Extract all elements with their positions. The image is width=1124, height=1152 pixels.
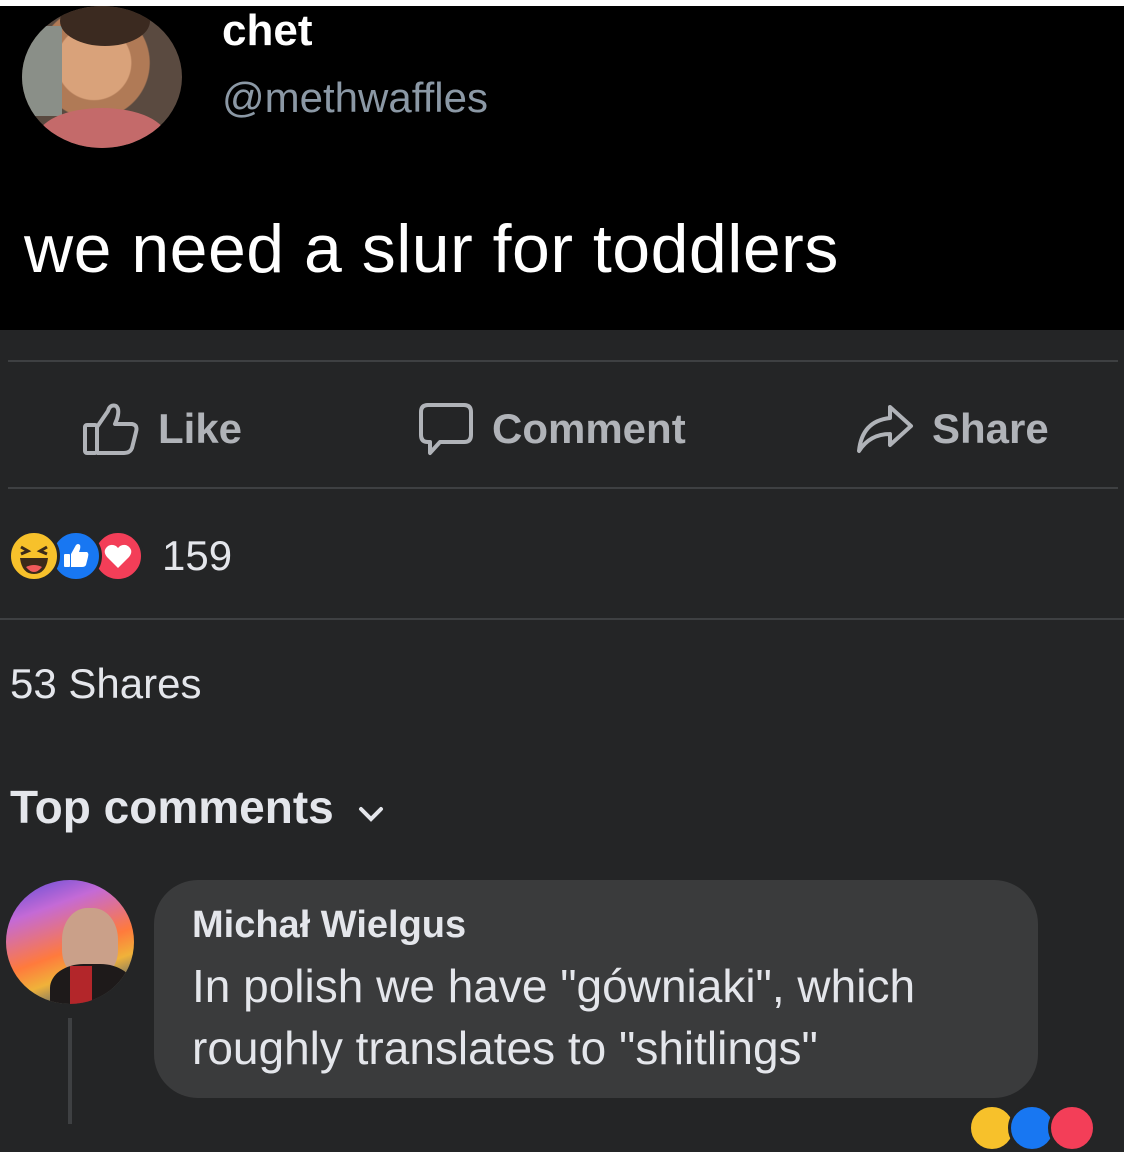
top-comments-dropdown[interactable]: Top comments <box>10 780 384 834</box>
like-button[interactable]: Like <box>82 402 242 456</box>
reaction-count: 159 <box>162 532 233 579</box>
comment-reactions[interactable] <box>968 1104 1096 1152</box>
embedded-tweet: chet @methwaffles we need a slur for tod… <box>0 0 1124 330</box>
divider-reactions <box>0 618 1124 620</box>
shares-count[interactable]: 53 Shares <box>10 660 201 708</box>
tweet-text: we need a slur for toddlers <box>24 211 839 287</box>
comment-bubble: Michał Wielgus In polish we have "gównia… <box>154 880 1038 1098</box>
divider-actions <box>8 487 1118 489</box>
comment-author[interactable]: Michał Wielgus <box>192 904 1000 947</box>
share-button[interactable]: Share <box>856 402 1049 456</box>
haha-reaction-icon <box>8 530 60 582</box>
speech-bubble-icon <box>418 401 474 457</box>
comment-text-line2: roughly translates to "shitlings" <box>192 1022 818 1074</box>
love-reaction-icon <box>1048 1104 1096 1152</box>
image-edge <box>0 0 1124 6</box>
comment-button[interactable]: Comment <box>418 402 686 456</box>
reactions-summary[interactable]: 159 <box>8 528 232 584</box>
thumbs-up-icon <box>82 401 140 457</box>
comment-label: Comment <box>492 405 686 452</box>
top-comments-label: Top comments <box>10 781 334 833</box>
chevron-down-icon <box>358 780 384 834</box>
tweet-author-name: chet <box>222 6 313 55</box>
tweet-author-handle: @methwaffles <box>222 74 488 121</box>
share-arrow-icon <box>856 403 914 455</box>
comment-text-line1: In polish we have "gówniaki", which <box>192 960 916 1012</box>
like-label: Like <box>158 405 243 452</box>
tweet-avatar <box>22 6 182 148</box>
commenter-avatar[interactable] <box>6 880 134 1004</box>
divider-top <box>8 360 1118 362</box>
share-label: Share <box>932 405 1049 452</box>
thread-line <box>68 1018 72 1124</box>
